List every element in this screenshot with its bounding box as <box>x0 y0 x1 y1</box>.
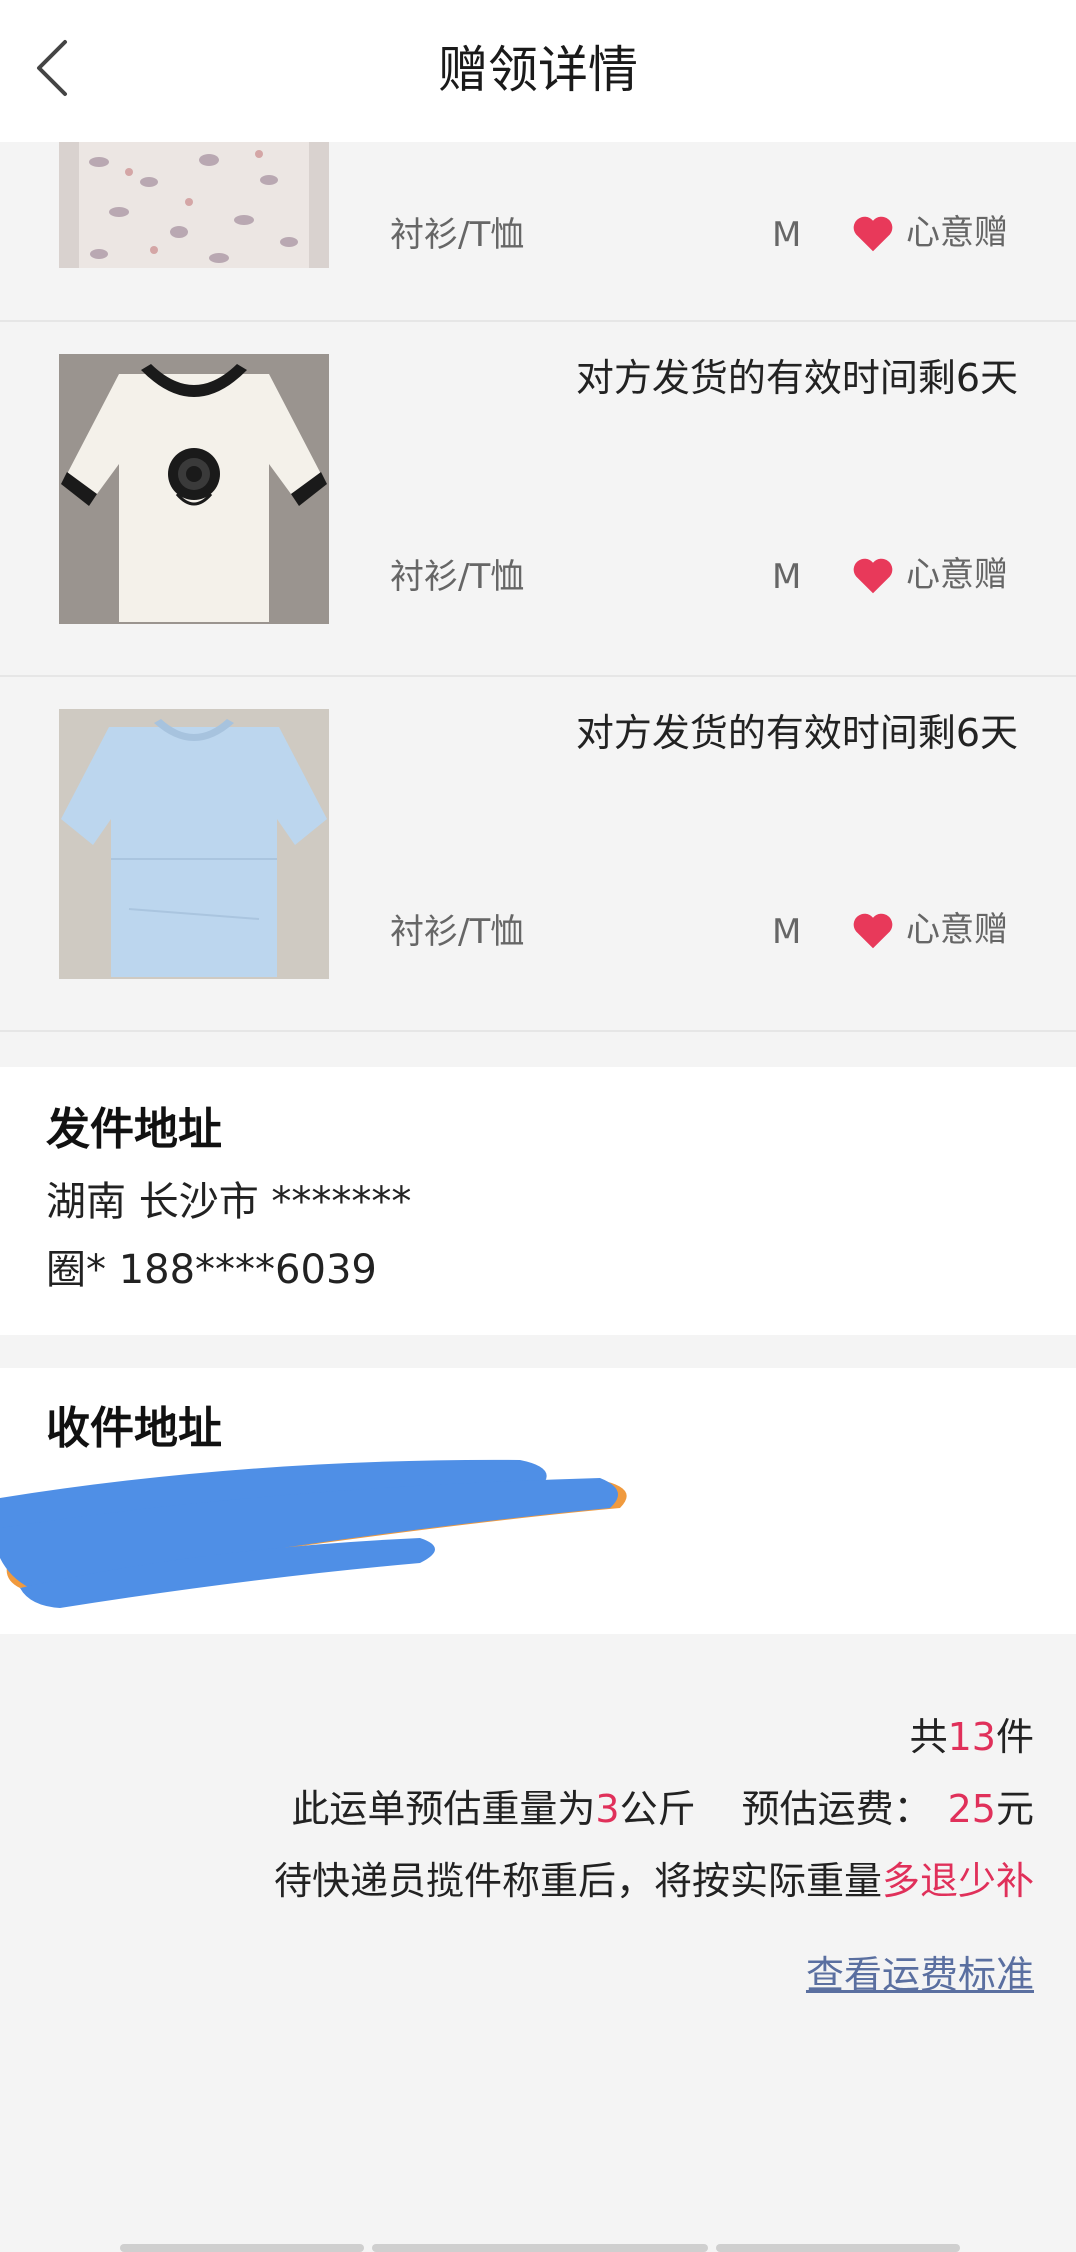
bottom-indicator <box>716 2244 960 2252</box>
redaction-scribble <box>0 1459 627 1608</box>
shipping-deadline: 对方发货的有效时间剩6天 <box>575 711 1018 755</box>
gift-item[interactable]: 衬衫/T恤 M 心意赠 <box>0 142 1076 322</box>
gift-type-badge: 心意赠 <box>850 210 1008 256</box>
shipping-fee-standard-link[interactable]: 查看运费标准 <box>806 1948 1034 2002</box>
heart-icon <box>853 558 893 594</box>
bottom-indicator <box>120 2244 364 2252</box>
gift-type-label: 心意赠 <box>906 555 1008 595</box>
gift-item[interactable]: 对方发货的有效时间剩6天 衬衫/T恤 M 心意赠 <box>0 677 1076 1032</box>
gift-item-list: 衬衫/T恤 M 心意赠 对方发货的有效时间剩6天 衬衫/T恤 M 心意赠 对方发… <box>0 142 1076 1032</box>
gift-type-label: 心意赠 <box>906 910 1008 950</box>
sender-address: 湖南 长沙市 ******* <box>46 1179 412 1225</box>
item-thumbnail <box>59 354 329 624</box>
heart-icon <box>853 216 893 252</box>
item-size: M <box>772 215 802 255</box>
item-thumbnail <box>59 142 329 268</box>
shipping-estimate: 此运单预估重量为3公斤 预估运费： 25元 <box>291 1787 1034 1831</box>
gift-item[interactable]: 对方发货的有效时间剩6天 衬衫/T恤 M 心意赠 <box>0 322 1076 677</box>
top-bar: 赠领详情 <box>0 0 1076 142</box>
gift-type-label: 心意赠 <box>906 213 1008 253</box>
item-count: 共13件 <box>909 1715 1034 1759</box>
shipping-deadline: 对方发货的有效时间剩6天 <box>575 356 1018 400</box>
gift-type-badge: 心意赠 <box>850 907 1008 953</box>
item-size: M <box>772 912 802 952</box>
bottom-indicator <box>372 2244 708 2252</box>
weight-note: 待快递员揽件称重后，将按实际重量多退少补 <box>273 1859 1034 1903</box>
sender-contact: 圈* 188****6039 <box>46 1247 377 1293</box>
item-category: 衬衫/T恤 <box>390 557 525 597</box>
item-size: M <box>772 557 802 597</box>
sender-address-card: 发件地址 湖南 长沙市 ******* 圈* 188****6039 <box>0 1067 1076 1335</box>
item-thumbnail <box>59 709 329 979</box>
heart-icon <box>853 913 893 949</box>
item-category: 衬衫/T恤 <box>390 912 525 952</box>
gift-type-badge: 心意赠 <box>850 552 1008 598</box>
sender-address-title: 发件地址 <box>46 1104 222 1155</box>
page-title: 赠领详情 <box>438 41 638 99</box>
item-category: 衬衫/T恤 <box>390 215 525 255</box>
receiver-address-card: 收件地址 <box>0 1368 1076 1634</box>
